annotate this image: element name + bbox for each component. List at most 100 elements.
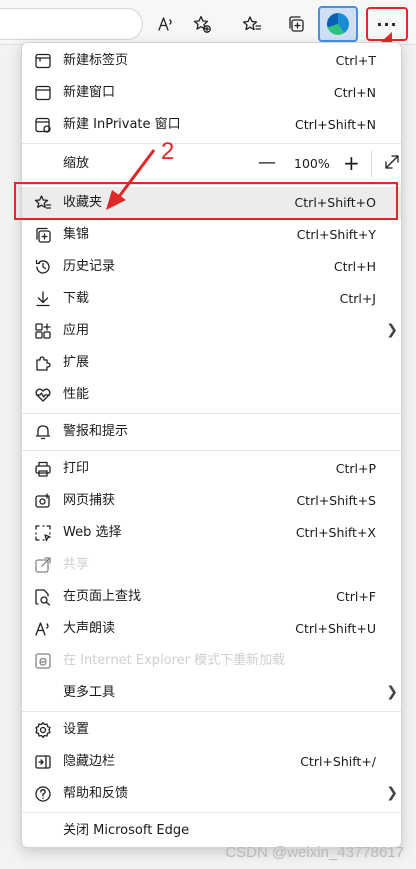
menu-item-shortcut: Ctrl+Shift+N xyxy=(295,117,376,132)
menu-item-shortcut: Ctrl+H xyxy=(333,259,376,274)
menu-item-new-window[interactable]: 新建窗口 Ctrl+N xyxy=(22,77,401,109)
profile-button[interactable] xyxy=(318,6,358,42)
address-bar[interactable] xyxy=(0,8,143,40)
inprivate-window-icon xyxy=(34,116,52,134)
favorites-icon xyxy=(242,16,262,31)
edge-profile-icon xyxy=(327,13,349,35)
chevron-right-icon: ❯ xyxy=(386,684,398,700)
add-favorite-button[interactable] xyxy=(186,8,218,40)
menu-item-collections[interactable]: 集锦 Ctrl+Shift+Y xyxy=(22,219,401,251)
web-select-icon xyxy=(34,524,52,542)
zoom-in-button[interactable]: + xyxy=(343,153,360,173)
menu-item-web-select[interactable]: Web 选择 Ctrl+Shift+X xyxy=(22,517,401,549)
zoom-divider xyxy=(371,151,372,177)
chevron-right-icon: ❯ xyxy=(386,322,398,338)
menu-item-shortcut: Ctrl+F xyxy=(336,589,376,604)
star-add-icon xyxy=(193,15,211,33)
sidebar-icon xyxy=(34,753,52,771)
web-capture-icon xyxy=(34,492,52,510)
bell-icon xyxy=(34,423,52,441)
menu-item-label: 下载 xyxy=(63,291,90,306)
menu-item-label: 在 Internet Explorer 模式下重新加载 xyxy=(63,653,286,668)
menu-item-label: 在页面上查找 xyxy=(63,589,142,604)
menu-item-label: 新建窗口 xyxy=(63,85,116,100)
menu-item-new-inprivate[interactable]: 新建 InPrivate 窗口 Ctrl+Shift+N xyxy=(22,109,401,141)
zoom-level: 100% xyxy=(294,156,330,171)
menu-item-label: 警报和提示 xyxy=(63,424,129,439)
annotation-number: 2 xyxy=(161,138,175,165)
menu-separator xyxy=(22,711,401,712)
menu-item-label: 集锦 xyxy=(63,227,90,242)
menu-item-help[interactable]: 帮助和反馈 ❯ xyxy=(22,778,401,810)
menu-separator xyxy=(22,450,401,451)
download-icon xyxy=(34,290,52,308)
menu-item-label: 设置 xyxy=(63,722,90,737)
menu-item-label: 历史记录 xyxy=(63,259,116,274)
menu-item-label: 帮助和反馈 xyxy=(63,786,129,801)
menu-item-find[interactable]: 在页面上查找 Ctrl+F xyxy=(22,581,401,613)
menu-item-shortcut: Ctrl+P xyxy=(335,461,376,476)
apps-icon xyxy=(34,322,52,340)
gear-icon xyxy=(34,721,52,739)
share-icon xyxy=(34,556,52,574)
menu-item-label: Web 选择 xyxy=(63,525,122,540)
menu-item-label: 扩展 xyxy=(63,355,90,370)
read-aloud-icon xyxy=(34,620,52,638)
menu-item-extensions[interactable]: 扩展 xyxy=(22,347,401,379)
menu-item-label: 共享 xyxy=(63,557,90,572)
menu-item-label: 隐藏边栏 xyxy=(63,754,116,769)
menu-item-hide-sidebar[interactable]: 隐藏边栏 Ctrl+Shift+/ xyxy=(22,746,401,778)
menu-item-settings[interactable]: 设置 xyxy=(22,714,401,746)
menu-separator xyxy=(22,143,401,144)
menu-item-label: 网页捕获 xyxy=(63,493,116,508)
menu-item-downloads[interactable]: 下载 Ctrl+J xyxy=(22,283,401,315)
menu-item-shortcut: Ctrl+Shift+U xyxy=(295,621,376,636)
menu-item-close-edge[interactable]: 关闭 Microsoft Edge xyxy=(22,815,401,847)
menu-item-read-aloud[interactable]: 大声朗读 Ctrl+Shift+U xyxy=(22,613,401,645)
menu-item-history[interactable]: 历史记录 Ctrl+H xyxy=(22,251,401,283)
browser-toolbar: ··· xyxy=(0,0,416,71)
chevron-right-icon: ❯ xyxy=(386,785,398,801)
menu-item-label: 关闭 Microsoft Edge xyxy=(63,823,190,838)
menu-item-shortcut: Ctrl+Shift+X xyxy=(295,525,376,540)
menu-item-new-tab[interactable]: 新建标签页 Ctrl+T xyxy=(22,45,401,77)
menu-item-shortcut: Ctrl+N xyxy=(333,85,376,100)
menu-item-label: 收藏夹 xyxy=(63,195,103,210)
menu-item-shortcut: Ctrl+Shift+Y xyxy=(296,227,376,242)
watermark: CSDN @weixin_43778617 xyxy=(225,844,404,861)
menu-item-shortcut: Ctrl+Shift+/ xyxy=(300,754,376,769)
annotation-arrow-2 xyxy=(106,149,156,210)
history-icon xyxy=(34,258,52,276)
menu-item-shortcut: Ctrl+Shift+S xyxy=(296,493,376,508)
zoom-label: 缩放 xyxy=(63,156,90,171)
menu-item-label: 打印 xyxy=(63,461,90,476)
menu-item-alerts[interactable]: 警报和提示 xyxy=(22,416,401,448)
menu-separator xyxy=(22,184,401,185)
find-in-page-icon xyxy=(34,588,52,606)
collections-button[interactable] xyxy=(280,8,312,40)
menu-item-label: 新建 InPrivate 窗口 xyxy=(63,117,181,132)
internet-explorer-icon xyxy=(34,652,52,670)
menu-item-zoom: 缩放 — 100% + xyxy=(22,146,401,182)
menu-item-label: 应用 xyxy=(63,323,90,338)
menu-item-favorites[interactable]: 收藏夹 Ctrl+Shift+O xyxy=(22,187,401,219)
menu-item-label: 大声朗读 xyxy=(63,621,116,636)
zoom-out-button[interactable]: — xyxy=(258,154,276,172)
menu-item-ie-mode: 在 Internet Explorer 模式下重新加载 xyxy=(22,645,401,677)
menu-item-shortcut: Ctrl+T xyxy=(335,53,376,68)
menu-item-performance[interactable]: 性能 xyxy=(22,379,401,411)
read-aloud-icon xyxy=(158,17,172,31)
menu-item-label: 更多工具 xyxy=(63,685,116,700)
menu-item-share: 共享 xyxy=(22,549,401,581)
printer-icon xyxy=(34,460,52,478)
favorites-button[interactable] xyxy=(236,8,268,40)
menu-item-web-capture[interactable]: 网页捕获 Ctrl+Shift+S xyxy=(22,485,401,517)
menu-item-print[interactable]: 打印 Ctrl+P xyxy=(22,453,401,485)
menu-item-more-tools[interactable]: 更多工具 ❯ xyxy=(22,677,401,709)
collections-icon xyxy=(289,16,304,32)
heartbeat-icon xyxy=(34,386,52,404)
puzzle-icon xyxy=(34,354,52,372)
fullscreen-icon[interactable] xyxy=(383,153,401,171)
read-aloud-button[interactable] xyxy=(150,8,182,40)
menu-item-apps[interactable]: 应用 ❯ xyxy=(22,315,401,347)
